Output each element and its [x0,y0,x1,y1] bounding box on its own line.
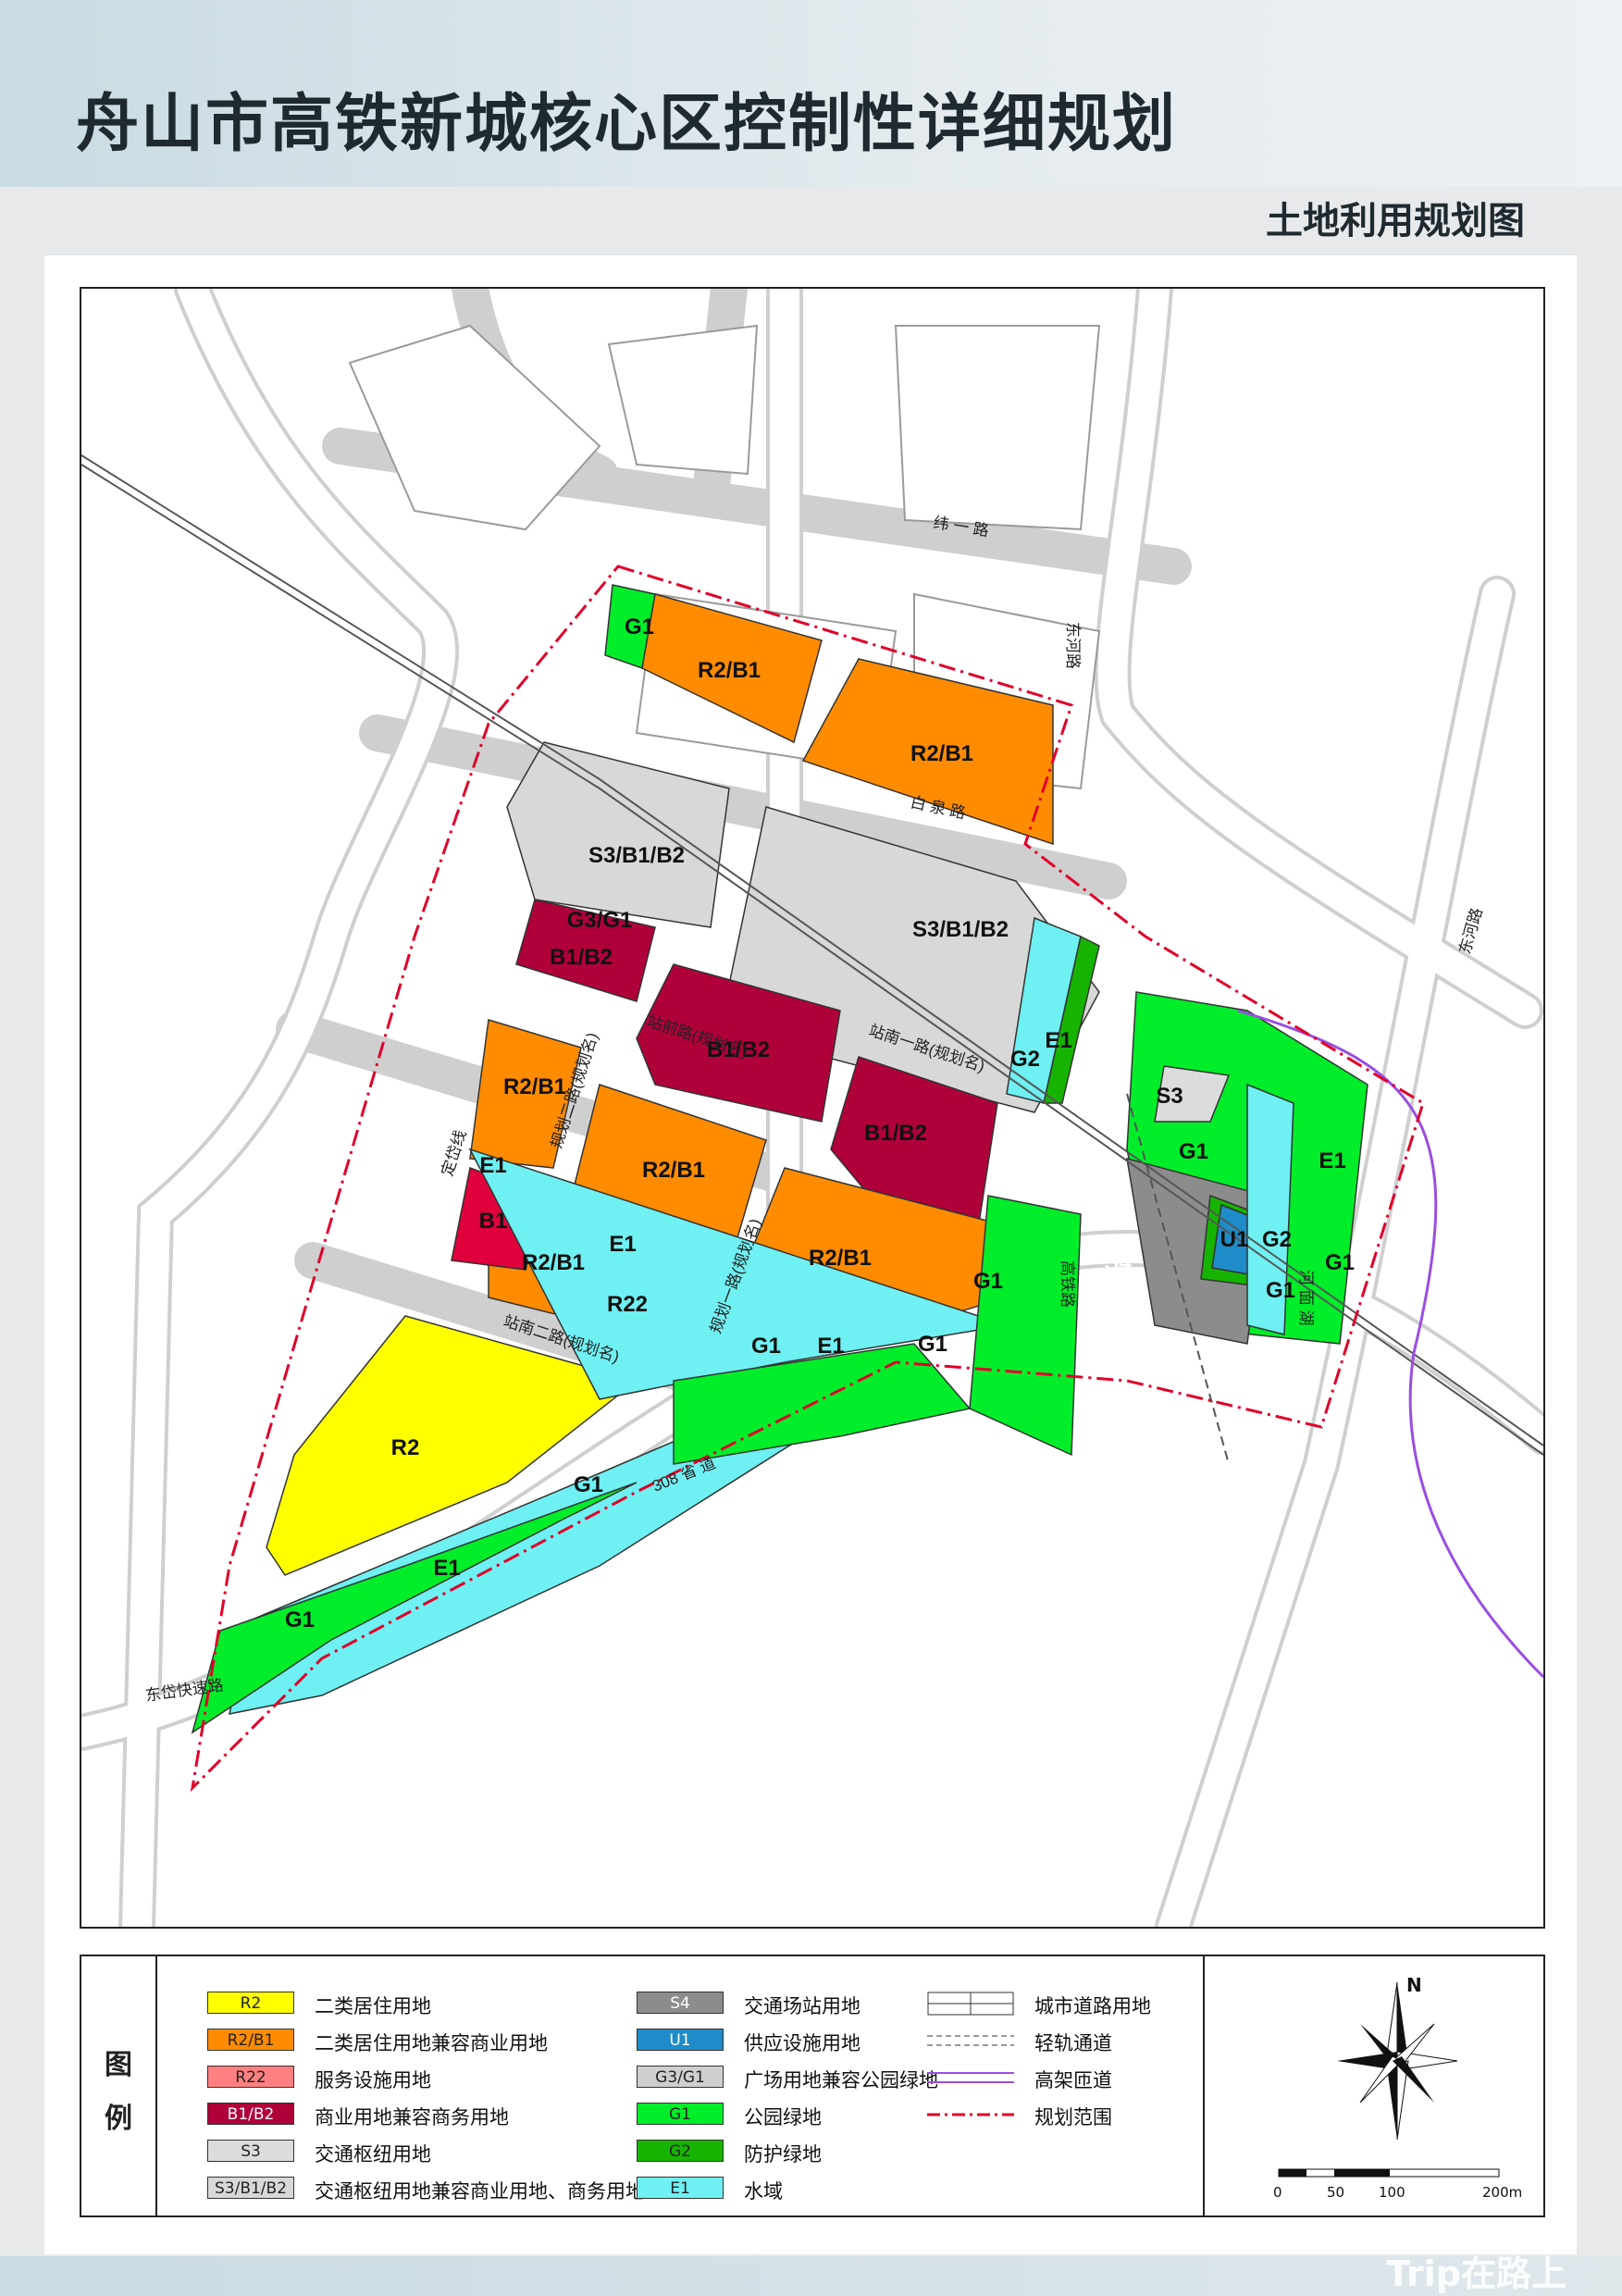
label-g3g1: G3/G1 [567,908,633,933]
label-s3-right: S3/B1/B2 [912,917,1009,942]
svg-text:100: 100 [1379,2184,1405,2201]
label-e1-c: E1 [1045,1028,1071,1053]
label-g1-b: G1 [1266,1278,1295,1303]
page-title: 舟山市高铁新城核心区控制性详细规划 [76,88,1178,161]
road-label-hemian: 河 面 湖 [1297,1270,1315,1325]
label-s3: S3 [1156,1084,1182,1109]
label-g1-d: G1 [973,1269,1003,1294]
svg-text:200m: 200m [1482,2184,1522,2201]
label-g1-e: G1 [751,1334,781,1359]
label-r2b1-sw: R2/B1 [522,1250,585,1275]
compass-and-scale: N 0 50 100 200m [1203,1955,1542,2214]
label-r2b1-s: R2/B1 [809,1246,872,1271]
watermark: Trip在路上 [1386,2253,1566,2294]
label-e1-d: E1 [433,1556,460,1581]
label-g2-a: G2 [1010,1047,1040,1072]
svg-text:50: 50 [1327,2184,1344,2201]
label-g2-b: G2 [1262,1227,1292,1252]
label-g1-a: G1 [1179,1139,1208,1164]
label-b1b2-c: B1/B2 [864,1121,927,1146]
road-label-donghe-north: 东河路 [1064,622,1082,669]
label-e1-e: E1 [817,1334,844,1359]
map-subtitle: 土地利用规划图 [1266,200,1525,242]
parcel-g1-c [969,1195,1082,1457]
label-g1-h: G1 [285,1607,315,1632]
label-r2b1-c: R2/B1 [642,1158,705,1183]
label-g1-g: G1 [574,1472,603,1497]
label-r22: R22 [607,1292,648,1317]
road-label-gaotie: 高铁路 [1059,1260,1076,1308]
label-u1: U1 [1220,1227,1249,1252]
label-e1-b: E1 [609,1232,636,1257]
header-band: 舟山市高铁新城核心区控制性详细规划 [0,0,1622,187]
label-s4: S4 [1104,1250,1132,1275]
label-r2b1-w: R2/B1 [503,1074,566,1099]
land-use-map: G1 R2/B1 R2/B1 S3/B1/B2 S3/B1/B2 G3/G1 B… [80,287,1545,1929]
label-g1-f: G1 [918,1332,947,1357]
label-r2b1-north-left: R2/B1 [698,658,761,683]
label-g1-north: G1 [625,614,654,639]
label-g1-c: G1 [1325,1250,1355,1275]
footer-band [0,2256,1622,2296]
svg-text:0: 0 [1273,2184,1282,2201]
label-e1-f: E1 [1319,1148,1345,1173]
label-s3-left: S3/B1/B2 [588,843,685,868]
label-b1b2-a: B1/B2 [550,945,613,970]
north-arrow-icon [1337,1981,1458,2141]
label-r2: R2 [391,1435,420,1460]
legend-title: 图 例 [81,1956,157,2215]
north-label: N [1406,1974,1422,1996]
label-b1: B1 [479,1209,508,1234]
label-e1-a: E1 [479,1153,506,1178]
label-r2b1-north-right: R2/B1 [910,741,973,766]
scale-bar: 0 50 100 200m [1273,2168,1522,2201]
